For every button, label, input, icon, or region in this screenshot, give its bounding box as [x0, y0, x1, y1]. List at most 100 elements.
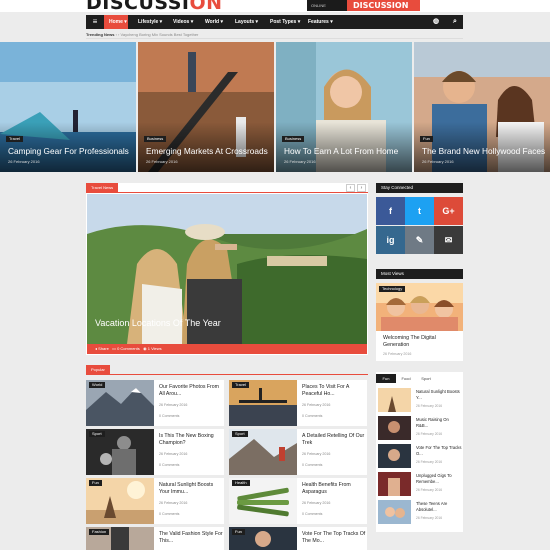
section-label: Travel News: [86, 183, 119, 193]
search-icon[interactable]: ⌕: [448, 15, 462, 29]
card-title[interactable]: Our Favorite Photos From All Arou...: [159, 384, 223, 398]
card-title[interactable]: Vote For The Top Tracks Of The Mo...: [302, 531, 366, 545]
twitter-icon[interactable]: t: [405, 197, 434, 225]
hero-slide[interactable]: Business Emerging Markets At Crossroads …: [138, 42, 274, 172]
card-title[interactable]: A Detailed Retelling Of Our Trek: [302, 433, 366, 447]
tab-food[interactable]: Food: [396, 374, 416, 383]
hero-slide[interactable]: Fun The Brand New Hollywood Faces 26 Feb…: [414, 42, 550, 172]
header-ad-banner[interactable]: ONLINE DISCUSSION: [307, 0, 420, 11]
hero-date: 26 February 2016: [146, 159, 178, 164]
card-date: 26 February 2016: [302, 403, 331, 407]
sunlight-thumb: [378, 388, 411, 412]
instagram-icon[interactable]: ig: [376, 226, 405, 254]
popular-card[interactable]: World Our Favorite Photos From All Arou.…: [86, 380, 224, 426]
nav-item-world[interactable]: World ▾: [205, 15, 223, 29]
popular-card[interactable]: Sport Is This The New Boxing Champion? 2…: [86, 429, 224, 475]
hero-tag[interactable]: Travel: [6, 136, 23, 142]
most-views-title[interactable]: Welcoming The Digital Generation: [383, 335, 459, 348]
hero-title[interactable]: How To Earn A Lot From Home: [284, 146, 398, 156]
hero-tag[interactable]: Fun: [420, 136, 433, 142]
card-date: 26 February 2016: [302, 452, 331, 456]
card-tag[interactable]: Fun: [232, 529, 245, 535]
card-title[interactable]: Health Benefits From Asparagus: [302, 482, 366, 496]
next-arrow-icon[interactable]: ›: [357, 184, 366, 192]
card-title[interactable]: The Valid Fashion Style For This...: [159, 531, 223, 545]
card-date: 26 February 2016: [159, 403, 188, 407]
item-date: 26 February 2016: [416, 516, 443, 520]
nav-item-lifestyle[interactable]: Lifestyle ▾: [138, 15, 162, 29]
most-views-card[interactable]: Technology Welcoming The Digital Generat…: [376, 283, 463, 361]
popular-card[interactable]: Fashion The Valid Fashion Style For This…: [86, 527, 224, 550]
most-views-header: Most Views: [376, 269, 463, 279]
card-title[interactable]: Places To Visit For A Peaceful Ho...: [302, 384, 366, 398]
card-comments[interactable]: 0 Comments: [159, 414, 179, 418]
card-comments[interactable]: 0 Comments: [159, 512, 179, 516]
hero-title[interactable]: Camping Gear For Professionals: [8, 146, 129, 156]
side-list-item[interactable]: Natural Sunlight Boosts Y... 26 February…: [378, 388, 462, 414]
chat-icon[interactable]: ✉: [434, 226, 463, 254]
share-link[interactable]: Share: [98, 346, 109, 351]
nav-item-videos[interactable]: Videos ▾: [173, 15, 193, 29]
stay-connected-header: Stay Connected: [376, 183, 463, 193]
card-title[interactable]: Is This The New Boxing Champion?: [159, 433, 223, 447]
hero-slide[interactable]: Travel Camping Gear For Professionals 26…: [0, 42, 136, 172]
prev-arrow-icon[interactable]: ‹: [346, 184, 355, 192]
popular-card[interactable]: Fun Natural Sunlight Boosts Your Immu...…: [86, 478, 224, 524]
card-title[interactable]: Natural Sunlight Boosts Your Immu...: [159, 482, 223, 496]
travel-title[interactable]: Vacation Locations Of The Year: [95, 318, 221, 328]
trending-nav-icon[interactable]: ‹ ›: [116, 32, 120, 37]
card-tag[interactable]: Sport: [89, 431, 105, 437]
popular-card[interactable]: Health Health Benefits From Asparagus 26…: [229, 478, 367, 524]
card-date: 26 February 2016: [159, 452, 188, 456]
card-tag[interactable]: Travel: [232, 382, 249, 388]
card-tag[interactable]: World: [89, 382, 106, 388]
trending-text[interactable]: Vaycheng Boring Mix Sounds Best Together: [120, 32, 198, 37]
card-comments[interactable]: 0 Comments: [302, 512, 322, 516]
hero-tag[interactable]: Business: [144, 136, 167, 142]
nav-item-layouts[interactable]: Layouts ▾: [235, 15, 258, 29]
popular-card[interactable]: Travel Places To Visit For A Peaceful Ho…: [229, 380, 367, 426]
hero-slide[interactable]: Business How To Earn A Lot From Home 26 …: [276, 42, 412, 172]
side-list-item[interactable]: These Teens Are Absolutel... 26 February…: [378, 500, 462, 526]
card-comments[interactable]: 0 Comments: [302, 414, 322, 418]
item-title[interactable]: These Teens Are Absolutel...: [416, 501, 462, 512]
card-comments[interactable]: 0 Comments: [302, 463, 322, 467]
trending-bar: Trending News ‹ › Vaycheng Boring Mix So…: [86, 31, 463, 39]
hero-tag[interactable]: Business: [282, 136, 305, 142]
hero-date: 26 February 2016: [8, 159, 40, 164]
item-title[interactable]: Unplugged Gigs To Remembe...: [416, 473, 462, 484]
item-title[interactable]: Natural Sunlight Boosts Y...: [416, 389, 462, 400]
ad-small-text: ONLINE: [311, 3, 326, 8]
music-thumb: [378, 416, 411, 440]
nav-item-post-types[interactable]: Post Types ▾: [270, 15, 300, 29]
card-tag[interactable]: Sport: [232, 431, 248, 437]
nav-item-home[interactable]: Home ▾: [104, 15, 128, 29]
tab-sport[interactable]: Sport: [416, 374, 436, 383]
item-title[interactable]: Music Raising On R&B...: [416, 417, 462, 428]
card-tag[interactable]: Fashion: [89, 529, 110, 535]
cart-icon[interactable]: ◍: [429, 15, 443, 29]
google-plus-icon[interactable]: G+: [434, 197, 463, 225]
popular-card[interactable]: Sport A Detailed Retelling Of Our Trek 2…: [229, 429, 367, 475]
views-count: 1 Views: [147, 346, 162, 351]
site-logo[interactable]: DISCUSSION: [86, 0, 223, 14]
comments-count[interactable]: 0 Comments: [117, 346, 140, 351]
nav-item-features[interactable]: Features ▾: [308, 15, 333, 29]
edit-icon[interactable]: ✎: [405, 226, 434, 254]
side-list-item[interactable]: Music Raising On R&B... 26 February 2016: [378, 416, 462, 442]
menu-icon[interactable]: ≡: [86, 15, 104, 29]
facebook-icon[interactable]: f: [376, 197, 405, 225]
card-tag[interactable]: Health: [232, 480, 250, 486]
card-tag[interactable]: Fun: [89, 480, 102, 486]
tab-fun[interactable]: Fun: [376, 374, 396, 383]
most-views-tag[interactable]: Technology: [379, 286, 406, 292]
share-icon[interactable]: ◂: [95, 346, 97, 351]
comment-icon: ▭: [112, 346, 116, 351]
item-title[interactable]: Vote For The Top Tracks O...: [416, 445, 462, 456]
side-list-item[interactable]: Unplugged Gigs To Remembe... 26 February…: [378, 472, 462, 498]
popular-card[interactable]: Fun Vote For The Top Tracks Of The Mo...: [229, 527, 367, 550]
hero-title[interactable]: The Brand New Hollywood Faces: [422, 146, 545, 156]
side-list-item[interactable]: Vote For The Top Tracks O... 26 February…: [378, 444, 462, 470]
hero-title[interactable]: Emerging Markets At Crossroads: [146, 146, 268, 156]
card-comments[interactable]: 0 Comments: [159, 463, 179, 467]
